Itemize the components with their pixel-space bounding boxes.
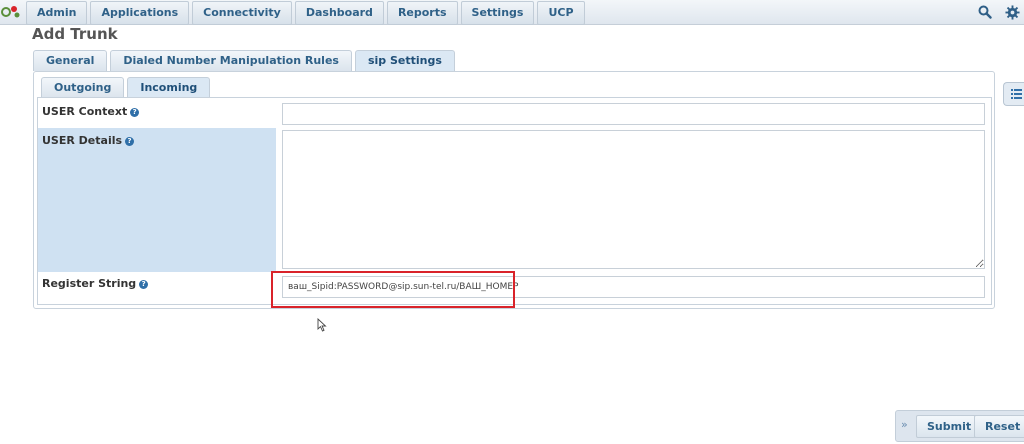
tab-outgoing[interactable]: Outgoing — [41, 77, 125, 98]
user-context-label: USER Context? — [38, 99, 276, 127]
tab-incoming[interactable]: Incoming — [127, 77, 211, 98]
register-string-label-text: Register String — [42, 277, 137, 290]
nav-item-settings[interactable]: Settings — [460, 1, 535, 25]
side-panel-toggle[interactable] — [1003, 82, 1024, 106]
direction-tabs: Outgoing Incoming — [41, 77, 211, 98]
nav-menu: Admin Applications Connectivity Dashboar… — [26, 0, 585, 25]
action-bar: » Submit Reset — [895, 410, 1024, 442]
user-details-label-text: USER Details — [42, 134, 123, 147]
tab-sip-settings[interactable]: sip Settings — [354, 50, 455, 71]
tab-general[interactable]: General — [33, 50, 108, 71]
top-navbar: Admin Applications Connectivity Dashboar… — [0, 0, 1024, 25]
page-title: Add Trunk — [32, 25, 118, 43]
nav-item-reports[interactable]: Reports — [386, 1, 458, 25]
submit-button[interactable]: Submit — [916, 415, 983, 438]
help-icon[interactable]: ? — [139, 280, 149, 289]
user-details-label: USER Details? — [38, 128, 276, 272]
nav-item-connectivity[interactable]: Connectivity — [192, 1, 292, 25]
nav-item-ucp[interactable]: UCP — [537, 1, 585, 25]
nav-item-dashboard[interactable]: Dashboard — [294, 1, 384, 25]
nav-item-applications[interactable]: Applications — [90, 1, 190, 25]
reset-button[interactable]: Reset — [974, 415, 1024, 438]
user-context-label-text: USER Context — [42, 105, 128, 118]
help-icon[interactable]: ? — [130, 108, 140, 117]
chevron-right-icon[interactable]: » — [901, 418, 908, 431]
register-string-label: Register String? — [38, 271, 276, 301]
highlight-annotation-box — [271, 271, 515, 308]
logo-icon[interactable] — [0, 3, 22, 21]
trunk-tabs: General Dialed Number Manipulation Rules… — [33, 50, 455, 71]
nav-item-admin[interactable]: Admin — [26, 1, 88, 25]
search-icon[interactable] — [976, 3, 994, 21]
user-context-input[interactable] — [282, 103, 985, 125]
user-details-textarea[interactable] — [282, 130, 985, 269]
list-icon — [1011, 89, 1022, 99]
help-icon[interactable]: ? — [125, 137, 135, 146]
gear-icon[interactable] — [1003, 3, 1021, 21]
mouse-cursor-icon — [317, 318, 327, 332]
tab-dialed-number-manipulation-rules[interactable]: Dialed Number Manipulation Rules — [110, 50, 352, 71]
